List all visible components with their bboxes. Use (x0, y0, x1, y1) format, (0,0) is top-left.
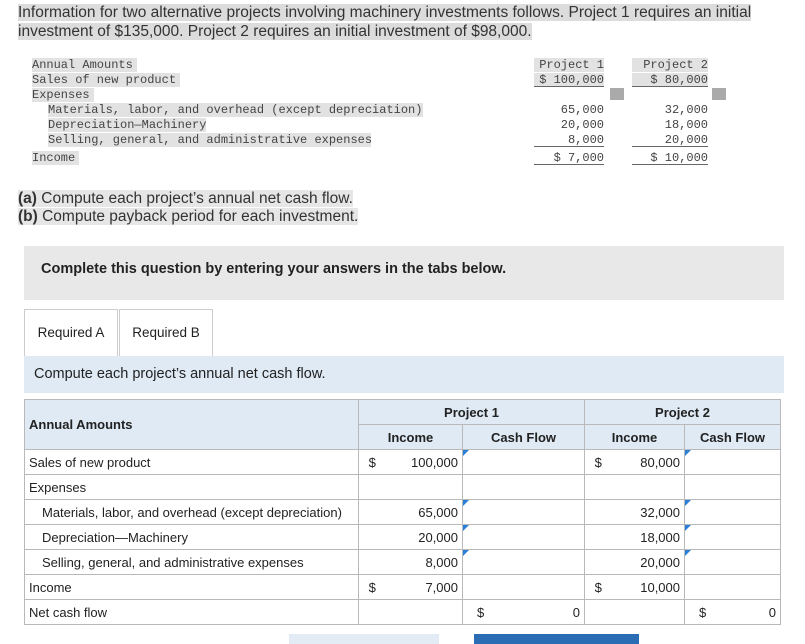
question-list: (a) Compute each project’s annual net ca… (18, 190, 359, 226)
column-header-annual-amounts: Annual Amounts (24, 399, 359, 450)
p1-income-sales: 100,000 (385, 449, 463, 475)
table-row: Net cash flow $ 0 $ 0 (24, 599, 781, 625)
row-label-expenses: Expenses (24, 474, 359, 500)
table-row: Expenses (24, 474, 781, 500)
intro-line-1: Information for two alternative projects… (18, 4, 752, 21)
p1-income-income: 7,000 (385, 574, 463, 600)
tab-required-a[interactable]: Required A (24, 309, 118, 357)
given-gap-marker (712, 88, 726, 100)
table-row: Depreciation—Machinery 20,000 18,000 (24, 524, 781, 550)
p1-net-cash-flow: $ 0 (462, 599, 585, 625)
dollar-sign: $ (584, 449, 612, 475)
given-row-p2: 18,000 (664, 118, 708, 132)
given-row-label: Materials, labor, and overhead (except d… (48, 103, 423, 117)
p2-net-cash-flow: $ 0 (684, 599, 781, 625)
p2-cashflow-materials-input[interactable] (684, 499, 781, 525)
p2-income-sales: 80,000 (611, 449, 685, 475)
p2-net-cash-flow-value: 0 (768, 605, 776, 620)
previous-button[interactable] (289, 634, 439, 644)
given-row-label: Expenses (32, 88, 94, 102)
given-project2-header: Project 2 (632, 58, 708, 72)
dollar-sign: $ (358, 574, 386, 600)
given-header-label: Annual Amounts (32, 58, 137, 72)
subheader-cashflow-p2: Cash Flow (684, 424, 781, 450)
given-row-p1: $ 100,000 (534, 73, 604, 87)
p2-cashflow-depreciation-input[interactable] (684, 524, 781, 550)
p2-income-depreciation: 18,000 (611, 524, 685, 550)
tab-required-b[interactable]: Required B (119, 309, 213, 357)
next-button[interactable] (474, 634, 639, 644)
p2-income-materials: 32,000 (611, 499, 685, 525)
given-row-p2: $ 10,000 (632, 151, 708, 165)
answer-table: Annual Amounts Project 1 Project 2 Incom… (24, 399, 781, 625)
dollar-sign: $ (584, 574, 612, 600)
p2-cashflow-selling-input[interactable] (684, 549, 781, 575)
given-row-label: Income (32, 151, 79, 165)
given-row-p1: 65,000 (560, 103, 604, 117)
row-label-income: Income (24, 574, 359, 600)
given-row-p2: $ 80,000 (632, 73, 708, 87)
p1-net-cash-flow-value: 0 (572, 605, 580, 620)
given-data-table: Annual Amounts Project 1 Project 2 Sales… (32, 58, 732, 170)
given-gap-marker (610, 88, 624, 100)
given-row-p1: 20,000 (560, 118, 604, 132)
p2-cashflow-expenses (684, 474, 781, 500)
p1-cashflow-selling-input[interactable] (462, 549, 585, 575)
row-label-materials: Materials, labor, and overhead (except d… (24, 499, 359, 525)
given-row-p1: 8,000 (534, 133, 604, 147)
table-row: Materials, labor, and overhead (except d… (24, 499, 781, 525)
row-label-sales: Sales of new product (24, 449, 359, 475)
given-row-label: Depreciation—Machinery (48, 118, 207, 132)
table-row: Selling, general, and administrative exp… (24, 549, 781, 575)
dollar-sign: $ (358, 449, 386, 475)
p2-income-selling: 20,000 (611, 549, 685, 575)
p1-income-materials: 65,000 (385, 499, 463, 525)
question-a: (a) Compute each project’s annual net ca… (18, 190, 353, 207)
tab-instruction: Compute each project’s annual net cash f… (24, 356, 784, 393)
question-b: (b) Compute payback period for each inve… (18, 208, 359, 225)
given-row-label: Sales of new product (32, 73, 180, 87)
p1-cashflow-materials-input[interactable] (462, 499, 585, 525)
given-row-p1: $ 7,000 (534, 151, 604, 165)
table-row: Income $ 7,000 $ 10,000 (24, 574, 781, 600)
subheader-income-p1: Income (358, 424, 463, 450)
dollar-sign: $ (477, 605, 485, 620)
p1-cashflow-income (462, 574, 585, 600)
given-row-label: Selling, general, and administrative exp… (48, 133, 373, 147)
given-row-p2: 20,000 (632, 133, 708, 147)
subheader-cashflow-p1: Cash Flow (462, 424, 585, 450)
row-label-selling: Selling, general, and administrative exp… (24, 549, 359, 575)
p1-income-selling: 8,000 (385, 549, 463, 575)
p1-cashflow-sales-input[interactable] (462, 449, 585, 475)
dollar-sign: $ (699, 605, 707, 620)
intro-line-2: investment of $135,000. Project 2 requir… (18, 23, 532, 40)
instruction-text: Compute each project’s annual net cash f… (34, 366, 326, 382)
problem-intro: Information for two alternative projects… (18, 3, 768, 41)
p1-cashflow-depreciation-input[interactable] (462, 524, 585, 550)
p2-income-income: 10,000 (611, 574, 685, 600)
banner-text: Complete this question by entering your … (41, 261, 507, 277)
table-row: Sales of new product $ 100,000 $ 80,000 (24, 449, 781, 475)
instructions-banner: Complete this question by entering your … (24, 246, 784, 300)
p2-cashflow-sales-input[interactable] (684, 449, 781, 475)
p1-income-depreciation: 20,000 (385, 524, 463, 550)
subheader-income-p2: Income (584, 424, 685, 450)
given-project1-header: Project 1 (534, 58, 604, 72)
row-label-net-cash-flow: Net cash flow (24, 599, 359, 625)
given-row-p2: 32,000 (664, 103, 708, 117)
column-header-project-1: Project 1 (358, 399, 585, 425)
column-header-project-2: Project 2 (584, 399, 781, 425)
p2-cashflow-income (684, 574, 781, 600)
row-label-depreciation: Depreciation—Machinery (24, 524, 359, 550)
p1-cashflow-expenses (462, 474, 585, 500)
